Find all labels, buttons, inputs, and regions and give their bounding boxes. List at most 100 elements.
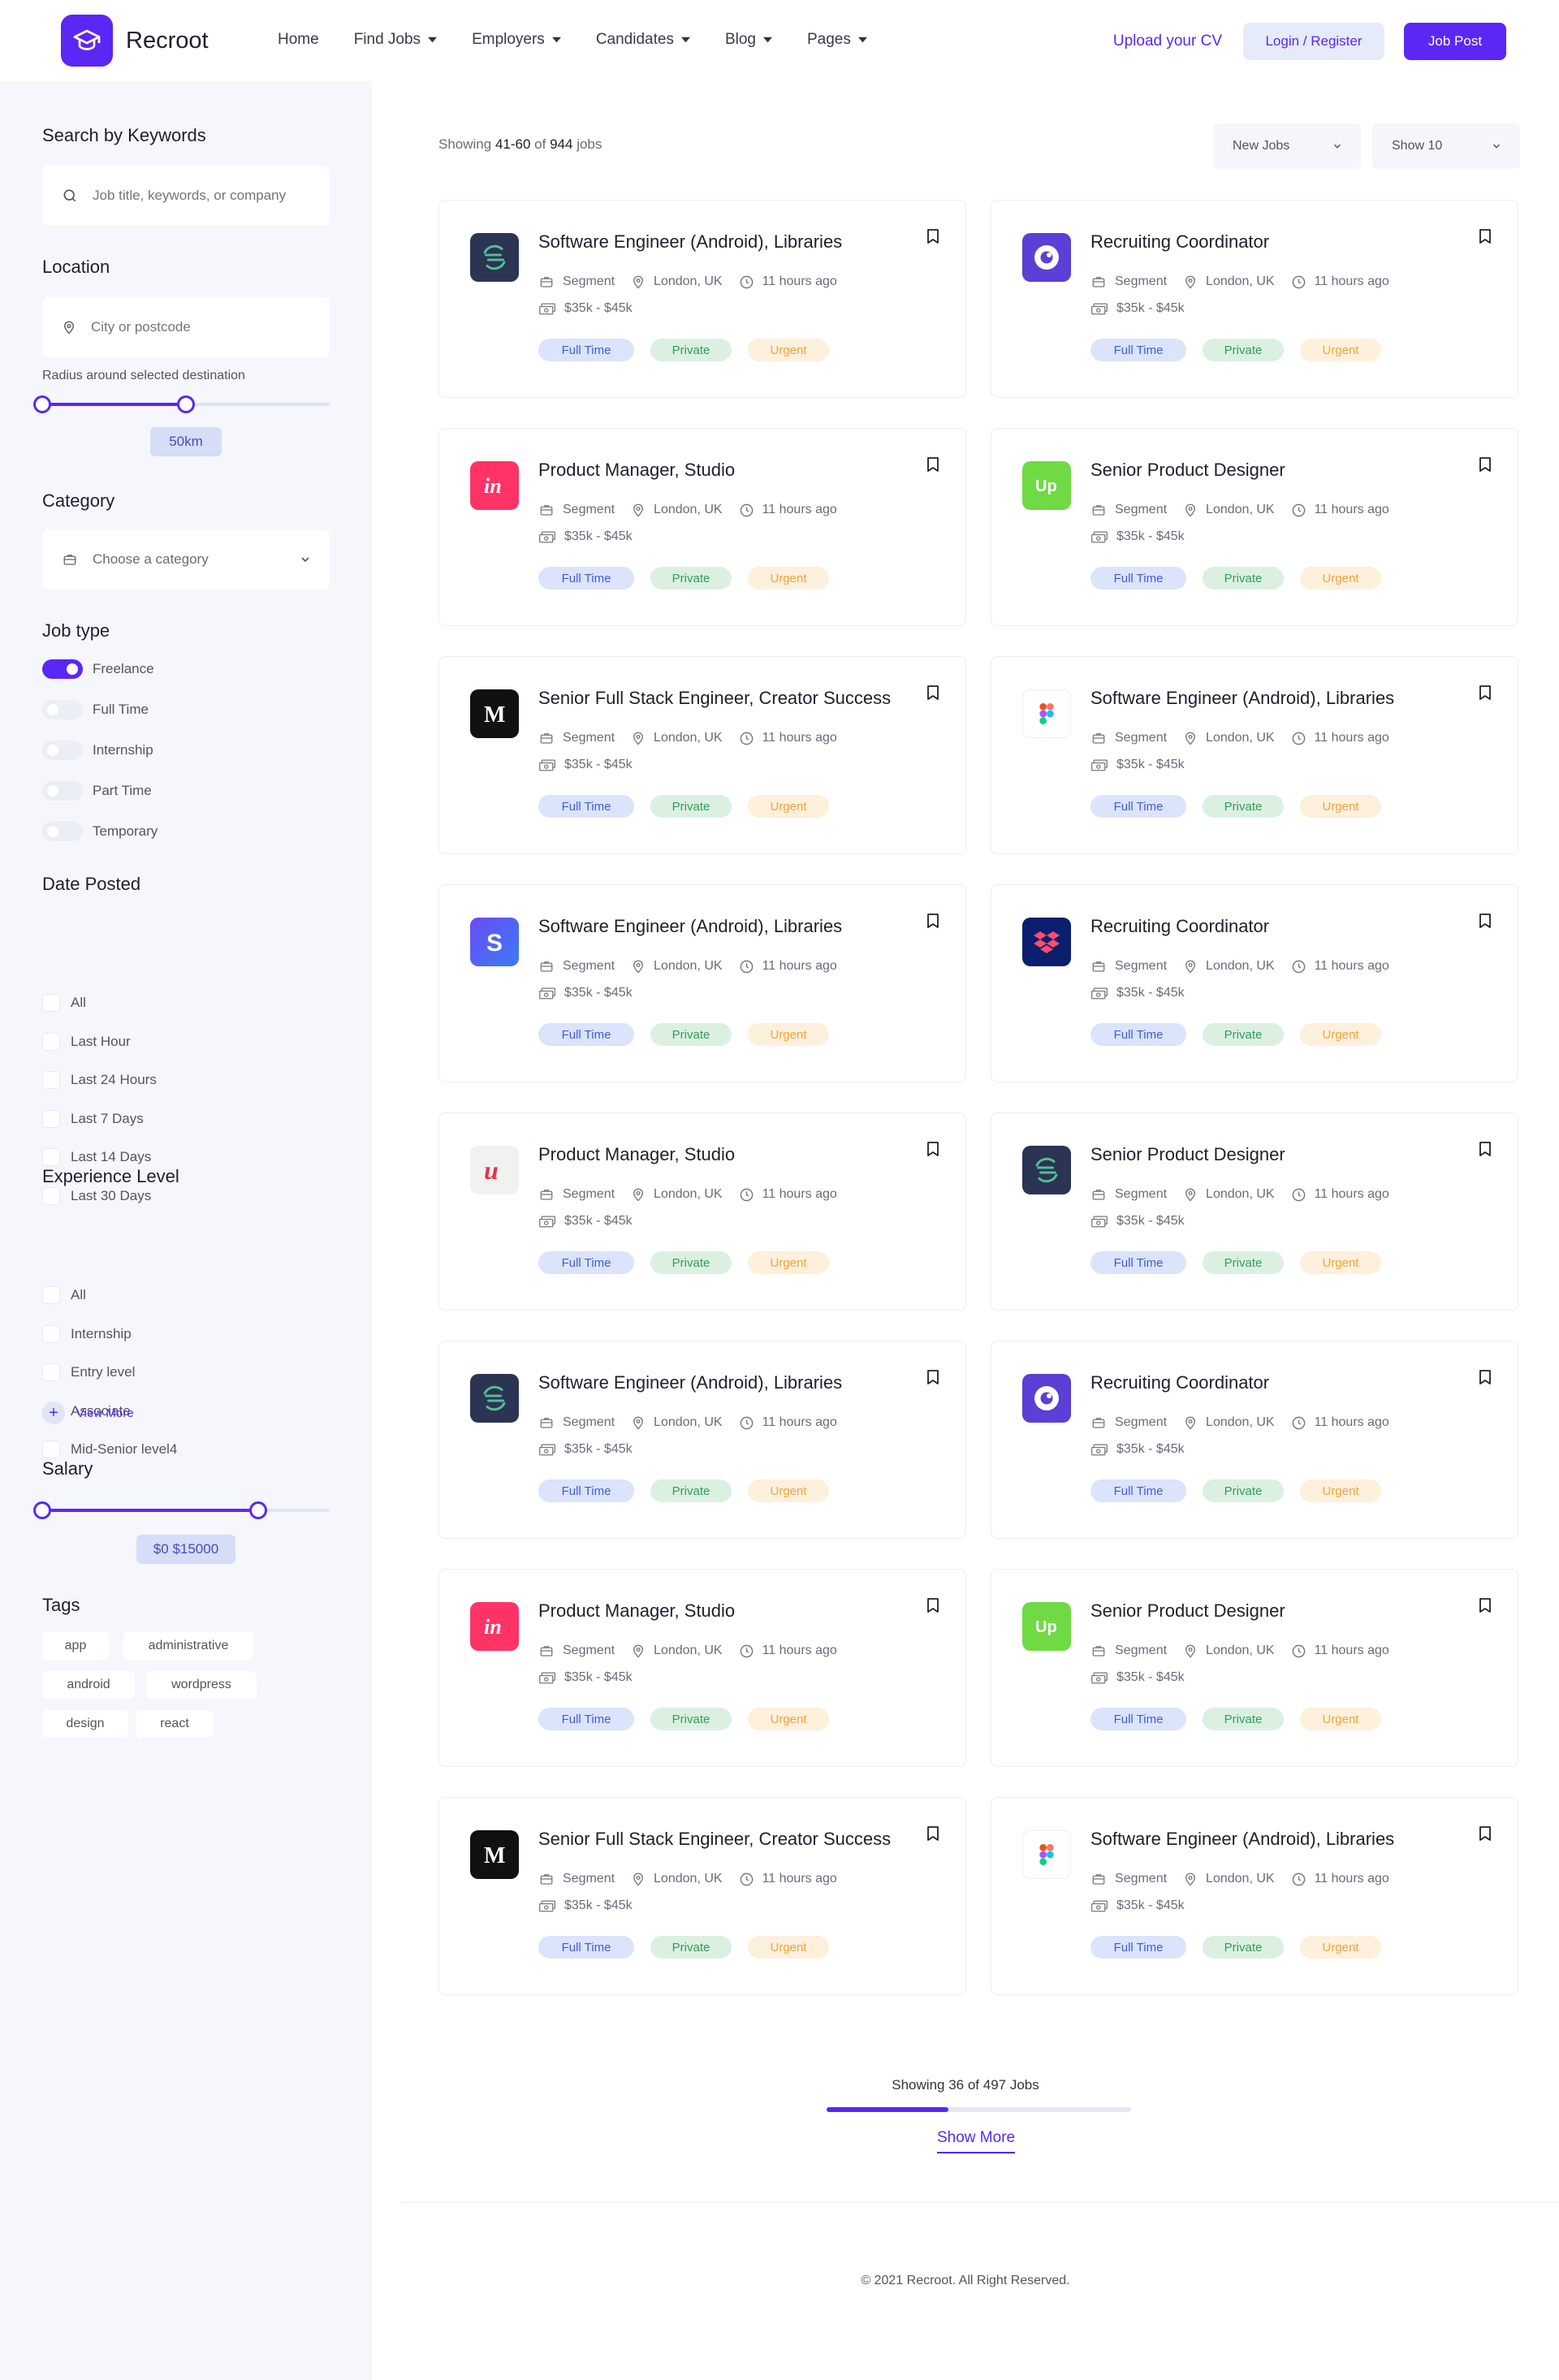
- bookmark-icon[interactable]: [1479, 913, 1492, 929]
- tag-design[interactable]: design: [42, 1710, 128, 1738]
- tag-android[interactable]: android: [42, 1671, 135, 1699]
- logo[interactable]: Recroot: [61, 15, 209, 67]
- job-card[interactable]: Recruiting Coordinator Segment London, UK 1…: [991, 884, 1518, 1082]
- nav-find-jobs[interactable]: Find Jobs: [354, 28, 438, 52]
- view-more-button[interactable]: + View More: [42, 1402, 134, 1424]
- toggle-switch[interactable]: [42, 822, 83, 841]
- tag-app[interactable]: app: [42, 1632, 109, 1660]
- nav-employers[interactable]: Employers: [472, 28, 561, 52]
- job-card[interactable]: Software Engineer (Android), Libraries Se…: [438, 200, 966, 398]
- job-title[interactable]: Recruiting Coordinator: [1090, 916, 1269, 937]
- keyword-search-field[interactable]: [42, 166, 330, 226]
- tag-wordpress[interactable]: wordpress: [146, 1671, 257, 1699]
- tag-react[interactable]: react: [136, 1710, 213, 1738]
- job-card[interactable]: Senior Product Designer Segment London, UK…: [991, 1112, 1518, 1311]
- experience-option-mid-senior-level4[interactable]: Mid-Senior level4: [42, 1441, 177, 1458]
- date-option-last-24-hours[interactable]: Last 24 Hours: [42, 1071, 157, 1089]
- bookmark-icon[interactable]: [926, 1825, 939, 1842]
- bookmark-icon[interactable]: [1479, 1369, 1492, 1385]
- job-card[interactable]: M Senior Full Stack Engineer, Creator Suc…: [438, 656, 966, 854]
- login-register-button[interactable]: Login / Register: [1243, 23, 1384, 60]
- job-title[interactable]: Recruiting Coordinator: [1090, 1372, 1269, 1393]
- date-option-last-30-days[interactable]: Last 30 Days: [42, 1186, 151, 1205]
- nav-home[interactable]: Home: [278, 28, 319, 52]
- nav-blog[interactable]: Blog: [725, 28, 772, 52]
- job-card[interactable]: in Product Manager, Studio Segment London, …: [438, 428, 966, 626]
- job-card[interactable]: Recruiting Coordinator Segment London, UK 1…: [991, 200, 1518, 398]
- nav-candidates[interactable]: Candidates: [596, 28, 690, 52]
- location-field[interactable]: [42, 297, 330, 357]
- checkbox[interactable]: [42, 1186, 60, 1205]
- job-type-temporary[interactable]: Temporary: [42, 822, 158, 841]
- toggle-switch[interactable]: [42, 741, 83, 760]
- job-card[interactable]: Up Senior Product Designer Segment London, …: [991, 428, 1518, 626]
- bookmark-icon[interactable]: [926, 1597, 939, 1613]
- category-select[interactable]: Choose a category: [42, 529, 330, 590]
- toggle-switch[interactable]: [42, 659, 83, 679]
- job-type-full-time[interactable]: Full Time: [42, 700, 149, 719]
- job-title[interactable]: Software Engineer (Android), Libraries: [538, 916, 842, 937]
- bookmark-icon[interactable]: [1479, 228, 1492, 244]
- show-more-button[interactable]: Show More: [937, 2129, 1016, 2153]
- bookmark-icon[interactable]: [926, 685, 939, 701]
- page-size-select[interactable]: Show 10: [1372, 123, 1520, 169]
- salary-slider-handle-max[interactable]: [248, 1501, 267, 1519]
- toggle-switch[interactable]: [42, 781, 83, 801]
- checkbox[interactable]: [42, 1286, 60, 1304]
- checkbox[interactable]: [42, 1032, 60, 1051]
- keyword-search-input[interactable]: [93, 188, 312, 204]
- bookmark-icon[interactable]: [926, 456, 939, 473]
- bookmark-icon[interactable]: [926, 913, 939, 929]
- job-type-internship[interactable]: Internship: [42, 741, 153, 760]
- date-option-last-7-days[interactable]: Last 7 Days: [42, 1109, 144, 1128]
- job-card[interactable]: Software Engineer (Android), Libraries Se…: [991, 656, 1518, 854]
- job-title[interactable]: Product Manager, Studio: [538, 1144, 735, 1165]
- date-option-last-hour[interactable]: Last Hour: [42, 1032, 131, 1051]
- bookmark-icon[interactable]: [1479, 1825, 1492, 1842]
- job-title[interactable]: Recruiting Coordinator: [1090, 231, 1269, 253]
- bookmark-icon[interactable]: [926, 1141, 939, 1157]
- bookmark-icon[interactable]: [1479, 685, 1492, 701]
- sort-select[interactable]: New Jobs: [1213, 123, 1361, 169]
- job-title[interactable]: Software Engineer (Android), Libraries: [538, 1372, 842, 1393]
- job-title[interactable]: Senior Product Designer: [1090, 460, 1285, 481]
- upload-cv-link[interactable]: Upload your CV: [1113, 32, 1222, 50]
- job-card[interactable]: Recruiting Coordinator Segment London, UK 1…: [991, 1341, 1518, 1539]
- job-title[interactable]: Software Engineer (Android), Libraries: [1090, 1829, 1394, 1850]
- job-title[interactable]: Software Engineer (Android), Libraries: [538, 231, 842, 253]
- checkbox[interactable]: [42, 1109, 60, 1128]
- checkbox[interactable]: [42, 994, 60, 1012]
- date-option-all[interactable]: All: [42, 994, 86, 1012]
- job-card[interactable]: Software Engineer (Android), Libraries Se…: [438, 1341, 966, 1539]
- bookmark-icon[interactable]: [926, 1369, 939, 1385]
- checkbox[interactable]: [42, 1441, 60, 1458]
- salary-slider-handle-min[interactable]: [33, 1501, 51, 1519]
- job-card[interactable]: u Product Manager, Studio Segment London, U…: [438, 1112, 966, 1311]
- job-title[interactable]: Senior Product Designer: [1090, 1600, 1285, 1622]
- radius-slider-handle-min[interactable]: [33, 395, 51, 413]
- job-card[interactable]: Software Engineer (Android), Libraries Se…: [991, 1797, 1518, 1995]
- job-title[interactable]: Senior Full Stack Engineer, Creator Succ…: [538, 688, 891, 709]
- job-title[interactable]: Software Engineer (Android), Libraries: [1090, 688, 1394, 709]
- job-title[interactable]: Product Manager, Studio: [538, 1600, 735, 1622]
- checkbox[interactable]: [42, 1071, 60, 1089]
- checkbox[interactable]: [42, 1324, 60, 1343]
- job-card[interactable]: M Senior Full Stack Engineer, Creator Suc…: [438, 1797, 966, 1995]
- job-card[interactable]: S Software Engineer (Android), Libraries S…: [438, 884, 966, 1082]
- checkbox[interactable]: [42, 1363, 60, 1381]
- location-input[interactable]: [91, 319, 310, 335]
- experience-option-internship[interactable]: Internship: [42, 1324, 132, 1343]
- bookmark-icon[interactable]: [1479, 1141, 1492, 1157]
- job-type-part-time[interactable]: Part Time: [42, 781, 152, 801]
- tag-administrative[interactable]: administrative: [123, 1632, 253, 1660]
- experience-option-entry-level[interactable]: Entry level: [42, 1363, 135, 1381]
- bookmark-icon[interactable]: [926, 228, 939, 244]
- job-title[interactable]: Senior Product Designer: [1090, 1144, 1285, 1165]
- bookmark-icon[interactable]: [1479, 1597, 1492, 1613]
- nav-pages[interactable]: Pages: [807, 28, 867, 52]
- toggle-switch[interactable]: [42, 700, 83, 719]
- job-card[interactable]: Up Senior Product Designer Segment London, …: [991, 1569, 1518, 1767]
- radius-slider-handle[interactable]: [177, 395, 195, 413]
- bookmark-icon[interactable]: [1479, 456, 1492, 473]
- date-option-last-14-days[interactable]: Last 14 Days: [42, 1148, 151, 1166]
